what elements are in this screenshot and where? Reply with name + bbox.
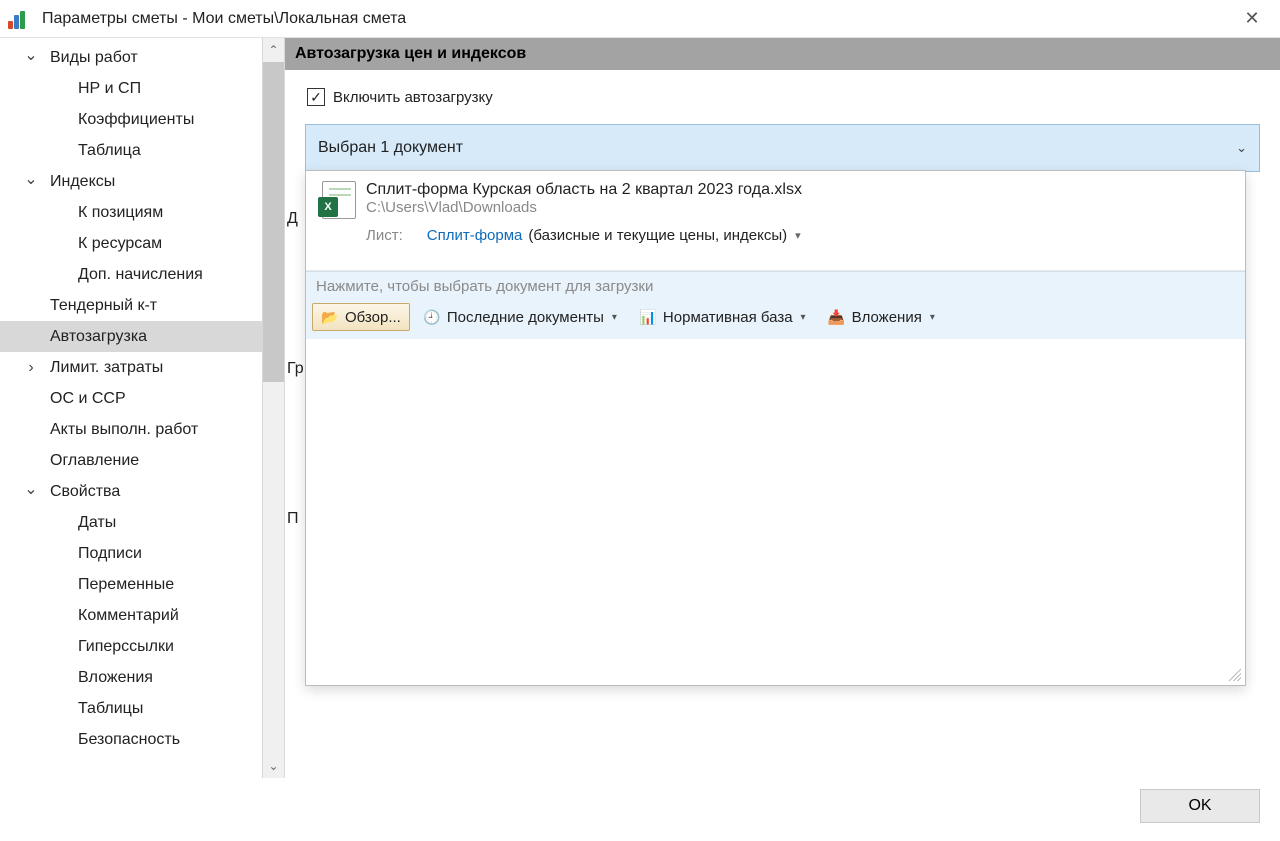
- sidebar-item[interactable]: К ресурсам: [0, 228, 262, 259]
- sidebar-item[interactable]: Таблицы: [0, 693, 262, 724]
- sidebar-tree: Виды работ НР и СП Коэффициенты Таблица Инде…: [0, 38, 262, 778]
- dropdown-caret-icon: ▾: [801, 312, 806, 323]
- sidebar-item-label: Виды работ: [50, 49, 138, 67]
- normative-base-button[interactable]: Нормативная база ▾: [630, 303, 815, 331]
- sidebar-item-label: НР и СП: [78, 80, 141, 98]
- folder-icon: [321, 308, 339, 326]
- sidebar-item[interactable]: Лимит. затраты: [0, 352, 262, 383]
- resize-grip-icon[interactable]: [1227, 667, 1241, 681]
- file-path: C:\Users\Vlad\Downloads: [366, 199, 802, 216]
- sidebar-item[interactable]: Переменные: [0, 569, 262, 600]
- clock-icon: [423, 308, 441, 326]
- sidebar-item-label: ОС и ССР: [50, 390, 126, 408]
- title-bar: Параметры сметы - Мои сметы\Локальная см…: [0, 0, 1280, 38]
- sidebar-item-label: Комментарий: [78, 607, 179, 625]
- chevron-down-icon[interactable]: [20, 172, 42, 192]
- sidebar-item-label: Оглавление: [50, 452, 139, 470]
- dropdown-hint: Нажмите, чтобы выбрать документ для загр…: [306, 272, 1245, 299]
- close-button[interactable]: ✕: [1232, 0, 1272, 38]
- sidebar-item-label: Автозагрузка: [50, 328, 147, 346]
- attachments-button[interactable]: Вложения ▾: [819, 303, 944, 331]
- chevron-down-icon[interactable]: [20, 48, 42, 68]
- sidebar-item-label: Доп. начисления: [78, 266, 203, 284]
- sidebar-item-label: Тендерный к-т: [50, 297, 157, 315]
- sidebar-item[interactable]: Безопасность: [0, 724, 262, 755]
- scroll-up-icon[interactable]: ⌃: [263, 38, 284, 62]
- file-name: Сплит-форма Курская область на 2 квартал…: [366, 181, 802, 199]
- chevron-down-icon[interactable]: [20, 482, 42, 502]
- sidebar-item-label: Таблица: [78, 142, 141, 160]
- sidebar-item-label: К позициям: [78, 204, 163, 222]
- sidebar-item-label: Индексы: [50, 173, 115, 191]
- ok-button[interactable]: OK: [1140, 789, 1260, 823]
- sidebar-item-label: Безопасность: [78, 731, 180, 749]
- background-section-initials: Д Гр П: [287, 210, 304, 660]
- sidebar-item[interactable]: НР и СП: [0, 73, 262, 104]
- browse-button[interactable]: Обзор...: [312, 303, 410, 331]
- document-selector-bar[interactable]: Выбран 1 документ ⌄: [305, 124, 1260, 172]
- sidebar-item[interactable]: Индексы: [0, 166, 262, 197]
- sidebar-item-label: Подписи: [78, 545, 142, 563]
- scroll-down-icon[interactable]: ⌄: [263, 754, 284, 778]
- recent-documents-button[interactable]: Последние документы ▾: [414, 303, 626, 331]
- chevron-right-icon[interactable]: [20, 359, 42, 377]
- document-selector-label: Выбран 1 документ: [318, 139, 463, 157]
- sheet-link[interactable]: Сплит-форма: [427, 227, 523, 244]
- sidebar-item-label: Коэффициенты: [78, 111, 194, 129]
- dropdown-caret-icon: ▾: [795, 229, 801, 242]
- sidebar-item[interactable]: Автозагрузка: [0, 321, 262, 352]
- sidebar-item[interactable]: Акты выполн. работ: [0, 414, 262, 445]
- database-icon: [639, 308, 657, 326]
- sidebar-item-label: Даты: [78, 514, 116, 532]
- dropdown-caret-icon: ▾: [612, 312, 617, 323]
- sidebar-item[interactable]: Гиперссылки: [0, 631, 262, 662]
- sidebar-item[interactable]: ОС и ССР: [0, 383, 262, 414]
- sidebar-item[interactable]: Вложения: [0, 662, 262, 693]
- document-toolbar: Обзор... Последние документы ▾ Нормативн…: [306, 299, 1245, 339]
- attachment-icon: [828, 308, 846, 326]
- checkbox-icon[interactable]: ✓: [307, 88, 325, 106]
- scroll-thumb[interactable]: [263, 62, 284, 382]
- sidebar-item[interactable]: Виды работ: [0, 42, 262, 73]
- sidebar-item[interactable]: К позициям: [0, 197, 262, 228]
- sidebar-item-label: Вложения: [78, 669, 153, 687]
- sidebar-item-label: Переменные: [78, 576, 174, 594]
- sidebar-item-label: Гиперссылки: [78, 638, 174, 656]
- sidebar-item-label: Свойства: [50, 483, 120, 501]
- sidebar-item[interactable]: Таблица: [0, 135, 262, 166]
- sidebar-item[interactable]: Подписи: [0, 538, 262, 569]
- sidebar-item-label: Акты выполн. работ: [50, 421, 198, 439]
- document-dropdown-panel: X Сплит-форма Курская область на 2 кварт…: [305, 170, 1246, 686]
- selected-file-row[interactable]: X Сплит-форма Курская область на 2 кварт…: [318, 181, 1233, 219]
- dialog-footer: OK: [0, 778, 1280, 834]
- sidebar-item[interactable]: Тендерный к-т: [0, 290, 262, 321]
- sidebar-item[interactable]: Оглавление: [0, 445, 262, 476]
- sheet-label: Лист:: [366, 227, 403, 244]
- chevron-down-icon: ⌄: [1236, 140, 1247, 156]
- window-title: Параметры сметы - Мои сметы\Локальная см…: [42, 10, 1232, 28]
- sidebar-scrollbar[interactable]: ⌃ ⌄: [262, 38, 284, 778]
- excel-file-icon: X: [318, 181, 356, 219]
- sheet-selector[interactable]: Лист: Сплит-форма (базисные и текущие це…: [366, 227, 1233, 244]
- sidebar-item[interactable]: Доп. начисления: [0, 259, 262, 290]
- dropdown-caret-icon: ▾: [930, 312, 935, 323]
- enable-autoload-label: Включить автозагрузку: [333, 89, 493, 106]
- app-icon: [8, 9, 34, 29]
- sidebar-item-label: Таблицы: [78, 700, 143, 718]
- enable-autoload-checkbox[interactable]: ✓ Включить автозагрузку: [307, 88, 1260, 106]
- sidebar-item[interactable]: Даты: [0, 507, 262, 538]
- sidebar-item[interactable]: Комментарий: [0, 600, 262, 631]
- sheet-description: (базисные и текущие цены, индексы): [528, 227, 787, 244]
- sidebar-item[interactable]: Свойства: [0, 476, 262, 507]
- sidebar-item-label: К ресурсам: [78, 235, 162, 253]
- section-header: Автозагрузка цен и индексов: [285, 38, 1280, 70]
- sidebar-item-label: Лимит. затраты: [50, 359, 163, 377]
- sidebar-item[interactable]: Коэффициенты: [0, 104, 262, 135]
